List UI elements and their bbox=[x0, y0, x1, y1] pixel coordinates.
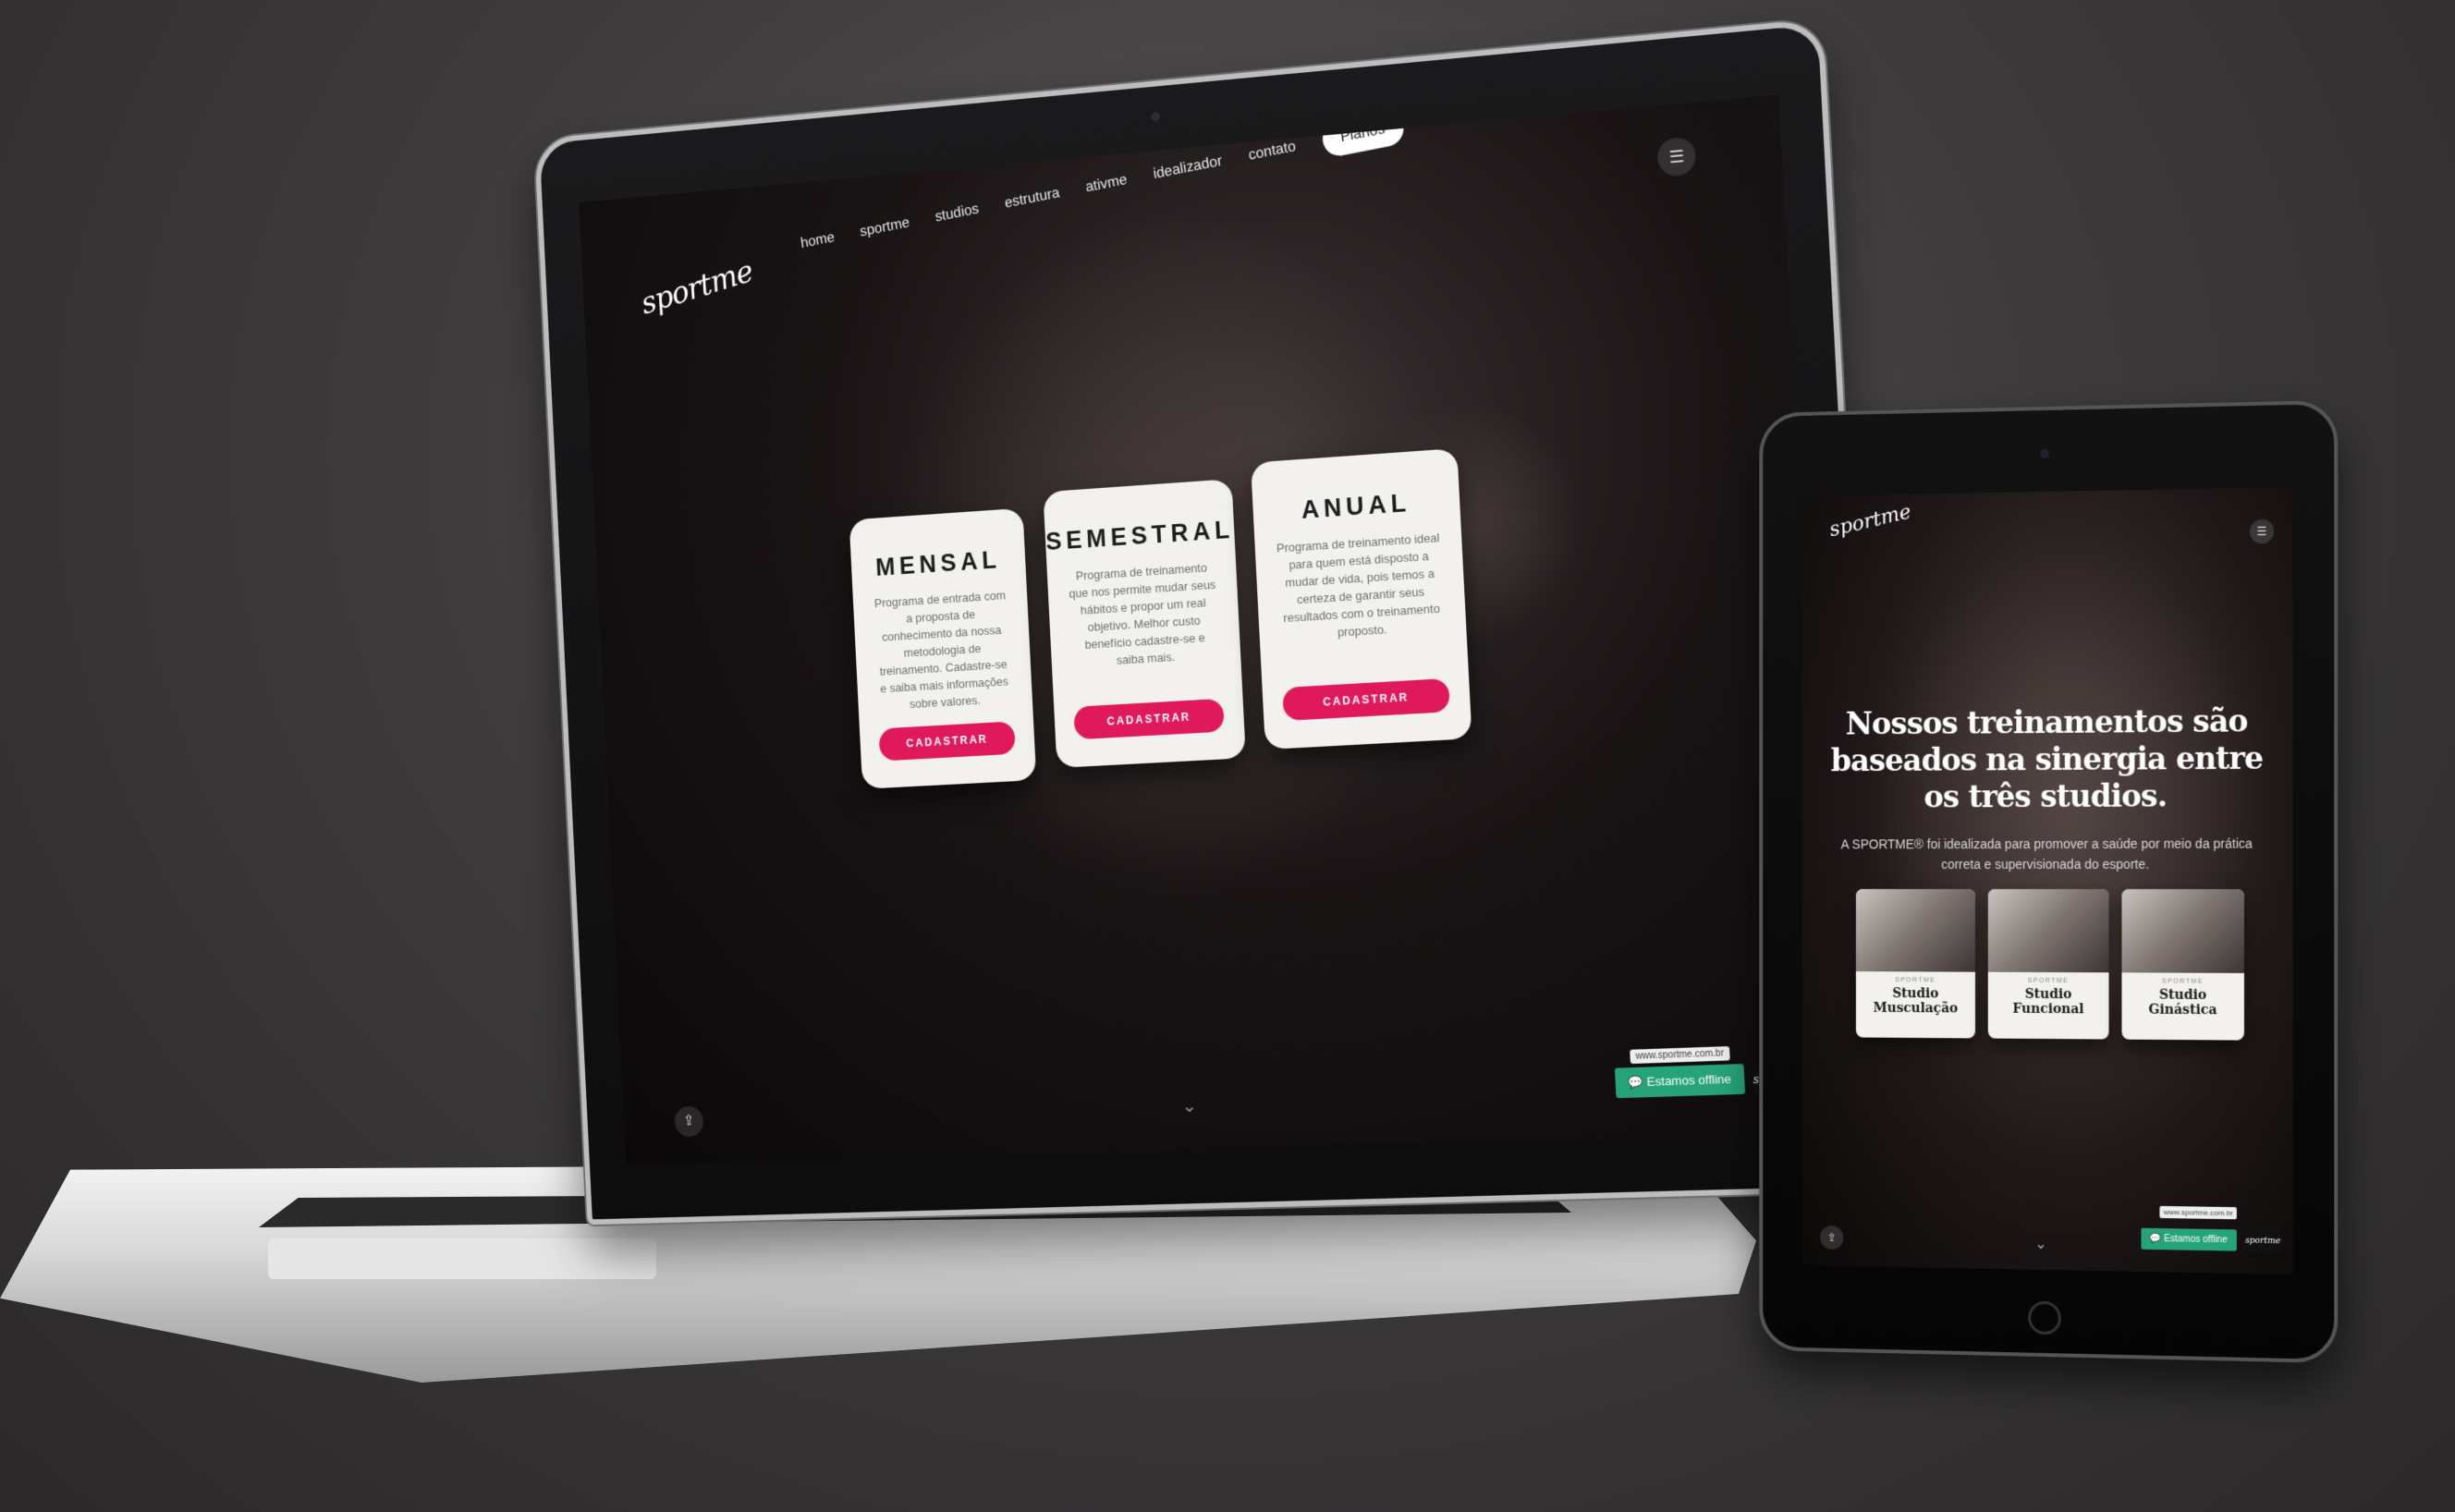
chat-icon: 💬 bbox=[2150, 1233, 2165, 1245]
studio-name: Studio Musculação bbox=[1873, 986, 1959, 1017]
studio-tag: SPORTME bbox=[2027, 977, 2070, 985]
tablet-device: sportme ☰ Nossos treinamentos são basead… bbox=[1759, 399, 2339, 1364]
laptop-camera bbox=[1150, 111, 1161, 122]
nav-link-ativme[interactable]: ativme bbox=[1084, 172, 1128, 196]
hamburger-menu-icon[interactable]: ☰ bbox=[2249, 518, 2275, 544]
studio-card-ginastica[interactable]: SPORTME Studio Ginástica bbox=[2121, 889, 2244, 1041]
studio-card-funcional[interactable]: SPORTME Studio Funcional bbox=[1987, 888, 2109, 1040]
plan-description: Programa de treinamento ideal para quem … bbox=[1276, 530, 1441, 640]
studio-image bbox=[1855, 888, 1975, 972]
studio-tag: SPORTME bbox=[2161, 978, 2205, 985]
plan-card-anual: ANUAL Programa de treinamento ideal para… bbox=[1251, 447, 1472, 750]
laptop-screen: sportme home sportme studios estrutura a… bbox=[579, 94, 1834, 1165]
studio-image bbox=[1987, 888, 2109, 973]
planos-button[interactable]: Planos bbox=[1319, 108, 1406, 159]
studio-name: Studio Funcional bbox=[2012, 986, 2084, 1018]
plan-description: Programa de entrada com a proposta de co… bbox=[873, 588, 1009, 712]
plan-description: Programa de treinamento que nos permite … bbox=[1069, 560, 1216, 667]
share-icon[interactable]: ⇪ bbox=[1820, 1225, 1844, 1250]
plan-title: MENSAL bbox=[874, 545, 1002, 581]
nav-link-studios[interactable]: studios bbox=[934, 201, 980, 226]
tablet-heading: Nossos treinamentos são baseados na sine… bbox=[1830, 702, 2264, 815]
chat-label: Estamos offline bbox=[1646, 1071, 1732, 1090]
chat-url: www.sportme.com.br bbox=[1629, 1046, 1730, 1065]
nav-link-sportme[interactable]: sportme bbox=[859, 215, 910, 241]
studio-image bbox=[2121, 889, 2244, 973]
cadastrar-button[interactable]: CADASTRAR bbox=[1282, 677, 1450, 722]
site-logo[interactable]: sportme bbox=[638, 253, 757, 338]
studio-name: Studio Ginástica bbox=[2148, 987, 2217, 1018]
chat-offline-button[interactable]: 💬 Estamos offline bbox=[1614, 1064, 1746, 1099]
chat-url: www.sportme.com.br bbox=[2159, 1205, 2237, 1220]
nav-link-contato[interactable]: contato bbox=[1248, 139, 1298, 165]
laptop-device: sportme home sportme studios estrutura a… bbox=[533, 18, 1886, 1225]
chat-label: Estamos offline bbox=[2164, 1234, 2228, 1246]
cadastrar-button[interactable]: CADASTRAR bbox=[878, 721, 1016, 762]
share-icon[interactable]: ⇪ bbox=[674, 1105, 704, 1138]
plan-card-semestral: SEMESTRAL Programa de treinamento que no… bbox=[1043, 479, 1246, 768]
chat-offline-button[interactable]: 💬 Estamos offline bbox=[2141, 1227, 2237, 1251]
nav-link-home[interactable]: home bbox=[800, 230, 836, 252]
studio-card-musculacao[interactable]: SPORTME Studio Musculação bbox=[1855, 888, 1975, 1039]
plan-title: SEMESTRAL bbox=[1044, 515, 1235, 556]
tablet-subtitle: A SPORTME® foi idealizada para promover … bbox=[1840, 835, 2253, 872]
tablet-screen: sportme ☰ Nossos treinamentos são basead… bbox=[1802, 487, 2293, 1274]
tablet-camera bbox=[2040, 448, 2049, 459]
laptop-trackpad bbox=[268, 1238, 656, 1279]
cadastrar-button[interactable]: CADASTRAR bbox=[1073, 698, 1225, 740]
chat-logo: sportme bbox=[2243, 1228, 2282, 1254]
studio-tag: SPORTME bbox=[1895, 977, 1936, 984]
chat-icon: 💬 bbox=[1628, 1074, 1648, 1090]
hamburger-menu-icon[interactable]: ☰ bbox=[1656, 136, 1697, 177]
chevron-down-icon[interactable]: ⌄ bbox=[2034, 1235, 2046, 1253]
tablet-site-logo[interactable]: sportme bbox=[1827, 500, 1913, 542]
plan-card-mensal: MENSAL Programa de entrada com a propost… bbox=[849, 507, 1037, 789]
chevron-down-icon[interactable]: ⌄ bbox=[1181, 1094, 1198, 1117]
plan-title: ANUAL bbox=[1301, 488, 1411, 524]
nav-link-idealizador[interactable]: idealizador bbox=[1153, 153, 1224, 183]
tablet-home-button[interactable] bbox=[2028, 1300, 2061, 1335]
nav-link-estrutura[interactable]: estrutura bbox=[1004, 185, 1061, 212]
